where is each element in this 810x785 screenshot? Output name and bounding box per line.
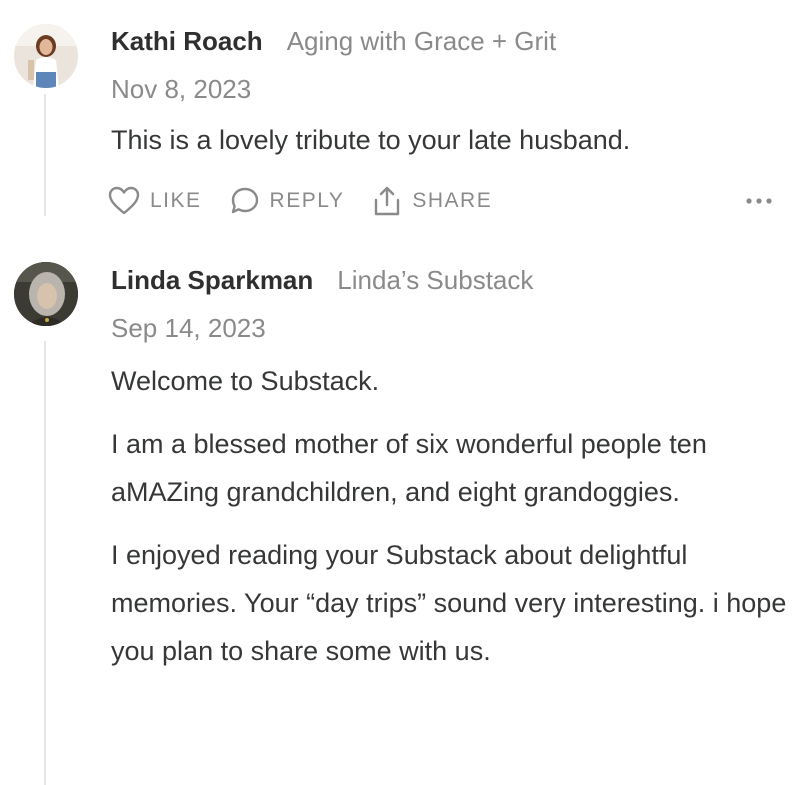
more-options-button[interactable] [745,183,773,219]
like-button[interactable]: LIKE [108,186,202,216]
heart-icon [108,186,140,215]
comment-actions: LIKE REPLY SHARE [108,183,808,219]
avatar-image [14,24,78,88]
reply-button[interactable]: REPLY [230,186,345,216]
comment-paragraph: Welcome to Substack. [111,366,380,396]
ellipsis-icon [746,198,772,204]
comment-date[interactable]: Sep 14, 2023 [111,313,266,344]
thread-line [44,341,46,785]
speech-bubble-icon [231,187,258,214]
comment-paragraph: I enjoyed reading your Substack about de… [111,540,787,666]
avatar[interactable] [14,262,78,326]
comment-date[interactable]: Nov 8, 2023 [111,74,251,105]
like-label: LIKE [150,189,202,212]
share-icon [375,186,400,216]
comment-body: This is a lovely tribute to your late hu… [111,116,791,179]
avatar[interactable] [14,24,78,88]
author-name[interactable]: Linda Sparkman [111,265,313,296]
avatar-image [14,262,78,326]
publication-name[interactable]: Aging with Grace + Grit [287,26,557,57]
comment-paragraph: I am a blessed mother of six wonderful p… [111,429,707,507]
comment-paragraph: This is a lovely tribute to your late hu… [111,125,631,155]
comment-header: Kathi Roach Aging with Grace + Grit [111,26,556,60]
comment-body: Welcome to Substack. I am a blessed moth… [111,357,791,690]
author-name[interactable]: Kathi Roach [111,26,263,57]
reply-label: REPLY [269,189,345,212]
thread-line [44,94,46,216]
share-button[interactable]: SHARE [372,185,492,217]
publication-name[interactable]: Linda’s Substack [337,265,533,296]
comment-header: Linda Sparkman Linda’s Substack [111,265,533,299]
share-label: SHARE [412,189,493,212]
